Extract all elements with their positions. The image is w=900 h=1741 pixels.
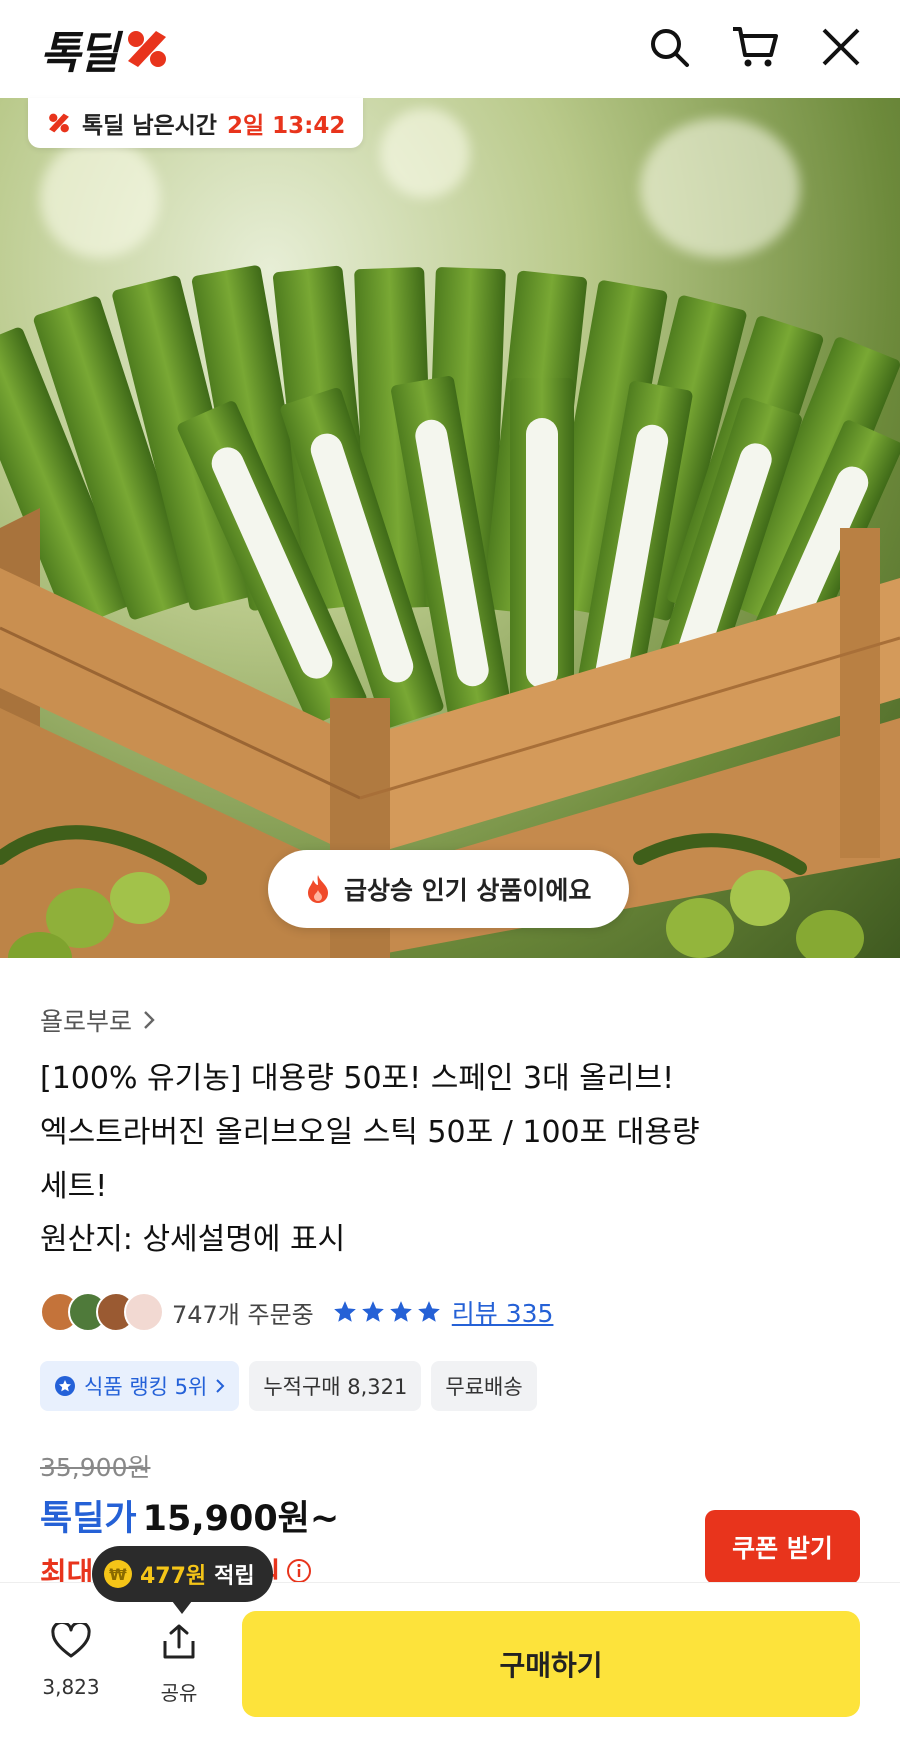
get-coupon-button[interactable]: 쿠폰 받기 xyxy=(705,1510,860,1584)
coin-icon: ₩ xyxy=(104,1560,132,1588)
like-count: 3,823 xyxy=(42,1675,100,1699)
shipping-label: 무료배송 xyxy=(445,1375,523,1399)
trending-badge: 급상승 인기 상품이에요 xyxy=(268,850,630,928)
title-line: [100% 유기농] 대용량 50포! 스페인 3대 올리브! xyxy=(40,1061,675,1096)
like-button[interactable]: 3,823 xyxy=(36,1620,106,1699)
star-icon xyxy=(333,1301,356,1322)
share-icon xyxy=(163,1624,195,1659)
header-actions xyxy=(644,22,866,72)
logo[interactable]: 톡딜 xyxy=(40,17,173,81)
cumulative-purchase-chip: 누적구매 8,321 xyxy=(249,1361,422,1411)
deal-price-row: 톡딜가 15,900원~ xyxy=(40,1490,339,1541)
chevron-right-icon xyxy=(144,1011,155,1029)
share-button[interactable]: 공유 xyxy=(144,1623,214,1706)
percent-logo-icon xyxy=(121,27,173,71)
product-image[interactable] xyxy=(0,98,900,958)
deal-price-label: 톡딜가 xyxy=(40,1499,137,1539)
olive-stick-packs-illustration xyxy=(0,265,900,958)
search-icon[interactable] xyxy=(644,22,694,72)
original-price: 35,900원 xyxy=(40,1453,151,1482)
rating-stars xyxy=(332,1299,442,1325)
points-value: 477원 xyxy=(140,1564,207,1589)
chevron-right-icon xyxy=(216,1379,225,1393)
badge-icon xyxy=(55,1376,75,1396)
bottom-action-bar: 3,823 공유 구매하기 xyxy=(0,1582,900,1741)
fire-icon xyxy=(308,875,328,903)
star-icon xyxy=(417,1301,440,1322)
buyer-avatars xyxy=(40,1292,164,1332)
store-name: 욜로부로 xyxy=(40,1007,133,1036)
points-tooltip: ₩ 477원 적립 xyxy=(92,1546,273,1614)
title-line: 엑스트라버진 올리브오일 스틱 50포 / 100포 대용량 xyxy=(40,1115,700,1150)
buy-button[interactable]: 구매하기 xyxy=(242,1611,860,1717)
ranking-label: 식품 랭킹 5위 xyxy=(84,1375,208,1399)
timer-value: 2일 13:42 xyxy=(226,113,346,139)
social-proof-row: 747개 주문중 리뷰 335 xyxy=(40,1290,553,1334)
app-header: 톡딜 xyxy=(0,0,900,98)
free-shipping-chip: 무료배송 xyxy=(431,1361,537,1411)
title-line: 세트! xyxy=(40,1169,108,1204)
origin-info: 원산지: 상세설명에 표시 xyxy=(40,1222,346,1257)
percent-icon xyxy=(49,113,69,133)
product-chips: 식품 랭킹 5위 누적구매 8,321 무료배송 xyxy=(40,1361,537,1411)
star-icon xyxy=(389,1301,412,1322)
review-link[interactable]: 리뷰 335 xyxy=(452,1294,554,1330)
info-icon[interactable] xyxy=(286,1558,312,1584)
deal-price-value: 15,900원~ xyxy=(142,1499,340,1539)
product-title: [100% 유기농] 대용량 50포! 스페인 3대 올리브! 엑스트라버진 올… xyxy=(40,1052,860,1214)
store-link[interactable]: 욜로부로 xyxy=(40,1002,156,1038)
deal-timer-badge: 톡딜 남은시간 2일 13:42 xyxy=(28,98,364,148)
avatar xyxy=(124,1292,164,1332)
cumulative-label: 누적구매 8,321 xyxy=(263,1375,408,1399)
cart-icon[interactable] xyxy=(730,22,780,72)
points-label: 적립 xyxy=(214,1564,255,1589)
heart-icon xyxy=(51,1620,91,1658)
trending-label: 급상승 인기 상품이에요 xyxy=(344,876,592,905)
timer-label: 톡딜 남은시간 xyxy=(82,113,217,139)
star-icon xyxy=(361,1301,384,1322)
ranking-chip[interactable]: 식품 랭킹 5위 xyxy=(40,1361,240,1411)
order-count: 747개 주문중 xyxy=(172,1300,314,1329)
logo-text: 톡딜 xyxy=(40,28,119,79)
close-icon[interactable] xyxy=(816,22,866,72)
share-label: 공유 xyxy=(160,1681,198,1705)
